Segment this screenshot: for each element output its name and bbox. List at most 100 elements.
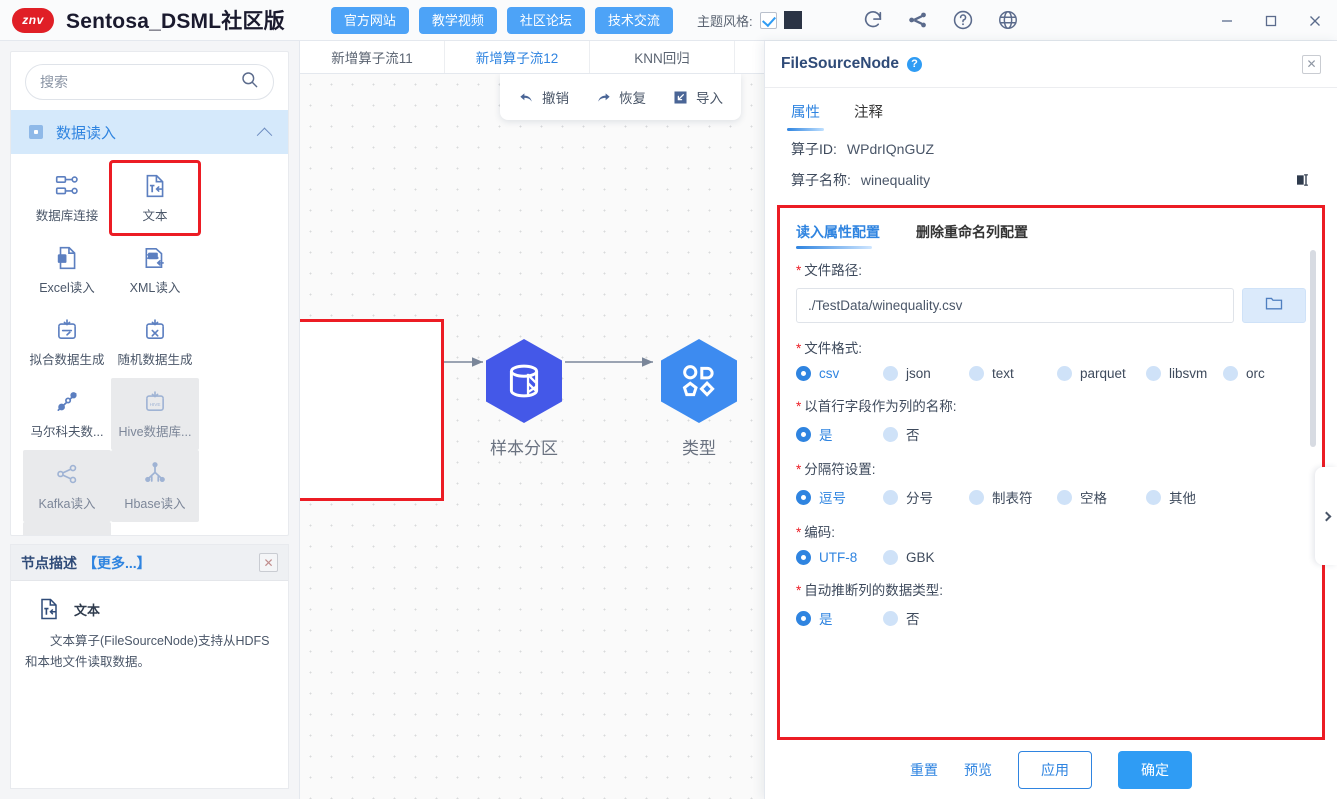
help-circle-icon[interactable] bbox=[952, 9, 974, 31]
flow-node-type[interactable]: 类型 bbox=[660, 338, 738, 459]
tab-comments[interactable]: 注释 bbox=[854, 101, 883, 131]
radio-encoding-gbk[interactable]: GBK bbox=[883, 550, 935, 565]
radio-format-json[interactable]: json bbox=[883, 366, 969, 381]
operator-id-value: WPdrIQnGUZ bbox=[846, 141, 935, 157]
operator-name-value: winequality bbox=[860, 172, 931, 188]
hbase-icon bbox=[142, 461, 168, 487]
form-tab-rename-columns[interactable]: 删除重命名列配置 bbox=[916, 222, 1028, 249]
config-form-tabs: 读入属性配置 删除重命名列配置 bbox=[796, 222, 1306, 249]
radio-sep-comma[interactable]: 逗号 bbox=[796, 487, 883, 507]
palette-node-empty bbox=[111, 522, 199, 535]
close-icon[interactable]: ✕ bbox=[259, 553, 278, 572]
radio-sep-semicolon[interactable]: 分号 bbox=[883, 487, 969, 507]
palette-node-hbase[interactable]: Hbase读入 bbox=[111, 450, 199, 522]
radio-header-no[interactable]: 否 bbox=[883, 424, 920, 444]
theme-color-swatch[interactable] bbox=[783, 11, 802, 29]
encoding-radio-group: UTF-8 GBK bbox=[796, 550, 1306, 565]
radio-format-libsvm[interactable]: libsvm bbox=[1146, 366, 1223, 381]
radio-sep-other[interactable]: 其他 bbox=[1146, 487, 1196, 507]
search-box[interactable] bbox=[25, 64, 274, 100]
field-file-path: * 文件路径: bbox=[796, 259, 1306, 323]
tab-flow-11[interactable]: 新增算子流11 bbox=[300, 41, 445, 73]
type-node-shape bbox=[660, 338, 738, 424]
field-label: * 文件路径: bbox=[796, 263, 863, 278]
palette-node-markov[interactable]: 马尔科夫数... bbox=[23, 378, 111, 450]
help-circle-icon[interactable]: ? bbox=[907, 56, 922, 72]
palette-node-fit-data[interactable]: 拟合数据生成 bbox=[23, 306, 111, 378]
rename-icon[interactable] bbox=[1295, 172, 1311, 188]
tech-exchange-button[interactable]: 技术交流 bbox=[594, 6, 673, 34]
radio-infer-yes[interactable]: 是 bbox=[796, 608, 883, 628]
palette-node-hive[interactable]: HIVE Hive数据库... bbox=[111, 378, 199, 450]
text-file-icon bbox=[37, 597, 61, 621]
radio-format-parquet[interactable]: parquet bbox=[1057, 366, 1146, 381]
reset-button[interactable]: 重置 bbox=[910, 760, 938, 780]
markov-chain-icon bbox=[54, 389, 80, 415]
node-description-title: 节点描述 bbox=[21, 554, 77, 571]
tutorial-video-button[interactable]: 教学视频 bbox=[418, 6, 497, 34]
radio-sep-tab[interactable]: 制表符 bbox=[969, 487, 1057, 507]
preview-button[interactable]: 预览 bbox=[964, 760, 992, 780]
node-description-more-link[interactable]: 【更多...】 bbox=[83, 553, 151, 573]
flow-node-sample-partition[interactable]: 样本分区 bbox=[485, 338, 563, 459]
database-partition-icon bbox=[509, 364, 539, 398]
sidebar-group-data-read[interactable]: 数据读入 bbox=[11, 110, 288, 154]
radio-label: 分号 bbox=[906, 491, 933, 506]
share-nodes-icon[interactable] bbox=[907, 9, 929, 31]
close-icon[interactable] bbox=[1293, 0, 1337, 41]
radio-format-text[interactable]: text bbox=[969, 366, 1057, 381]
panel-collapse-toggle[interactable] bbox=[1315, 467, 1337, 565]
browse-folder-button[interactable] bbox=[1242, 288, 1306, 323]
theme-style-checkbox[interactable] bbox=[759, 11, 777, 29]
node-description-header: 节点描述 【更多...】 ✕ bbox=[11, 545, 288, 581]
apply-button[interactable]: 应用 bbox=[1018, 750, 1092, 789]
form-tab-read-props[interactable]: 读入属性配置 bbox=[796, 222, 880, 249]
radio-format-orc[interactable]: orc bbox=[1223, 366, 1265, 381]
file-format-radio-group: csv json text parquet libsvm orc bbox=[796, 366, 1306, 381]
official-site-button[interactable]: 官方网站 bbox=[330, 6, 409, 34]
radio-infer-no[interactable]: 否 bbox=[883, 608, 920, 628]
file-path-input[interactable] bbox=[796, 288, 1234, 323]
radio-encoding-utf8[interactable]: UTF-8 bbox=[796, 550, 883, 565]
radio-label: 否 bbox=[906, 428, 920, 443]
globe-icon[interactable] bbox=[997, 9, 1019, 31]
field-label: * 文件格式: bbox=[796, 341, 863, 356]
panel-footer: 重置 预览 应用 确定 bbox=[765, 740, 1337, 799]
palette-node-text[interactable]: 文本 bbox=[109, 160, 201, 236]
text-file-icon bbox=[142, 173, 168, 199]
maximize-icon[interactable] bbox=[1249, 0, 1293, 41]
palette-node-es[interactable]: ES ES读入 bbox=[23, 522, 111, 535]
close-icon[interactable]: ✕ bbox=[1302, 54, 1321, 74]
form-scrollbar[interactable] bbox=[1310, 250, 1316, 447]
field-file-format: * 文件格式: csv json text parquet libsvm orc bbox=[796, 337, 1306, 381]
radio-circle bbox=[1146, 366, 1161, 381]
group-square-icon bbox=[29, 125, 43, 139]
community-forum-button[interactable]: 社区论坛 bbox=[506, 6, 585, 34]
palette-node-random-data[interactable]: 随机数据生成 bbox=[111, 306, 199, 378]
field-encoding: * 编码: UTF-8 GBK bbox=[796, 521, 1306, 565]
svg-text:X: X bbox=[60, 255, 65, 262]
radio-format-csv[interactable]: csv bbox=[796, 366, 883, 381]
confirm-button[interactable]: 确定 bbox=[1118, 750, 1192, 789]
palette-node-xml-read[interactable]: XML XML读入 bbox=[111, 234, 199, 306]
radio-header-yes[interactable]: 是 bbox=[796, 424, 883, 444]
radio-circle bbox=[796, 610, 811, 626]
palette-node-kafka[interactable]: Kafka读入 bbox=[23, 450, 111, 522]
refresh-icon[interactable] bbox=[862, 9, 884, 31]
panel-title: FileSourceNode bbox=[781, 55, 899, 72]
field-label: * 自动推断列的数据类型: bbox=[796, 583, 944, 598]
palette-node-database-connect[interactable]: 数据库连接 bbox=[23, 162, 111, 234]
radio-circle bbox=[1057, 489, 1072, 505]
operator-id-label: 算子ID: bbox=[791, 141, 837, 157]
tab-knn-regression[interactable]: KNN回归 bbox=[590, 41, 735, 73]
described-node: 文本 bbox=[25, 597, 274, 621]
app-title: Sentosa_DSML社区版 bbox=[66, 10, 285, 33]
tab-properties[interactable]: 属性 bbox=[787, 101, 824, 131]
radio-label: orc bbox=[1246, 366, 1265, 381]
search-input[interactable] bbox=[40, 74, 240, 90]
radio-sep-space[interactable]: 空格 bbox=[1057, 487, 1146, 507]
search-row bbox=[11, 52, 288, 110]
palette-node-excel-read[interactable]: X Excel读入 bbox=[23, 234, 111, 306]
minimize-icon[interactable] bbox=[1205, 0, 1249, 41]
tab-flow-12[interactable]: 新增算子流12 bbox=[445, 41, 590, 73]
